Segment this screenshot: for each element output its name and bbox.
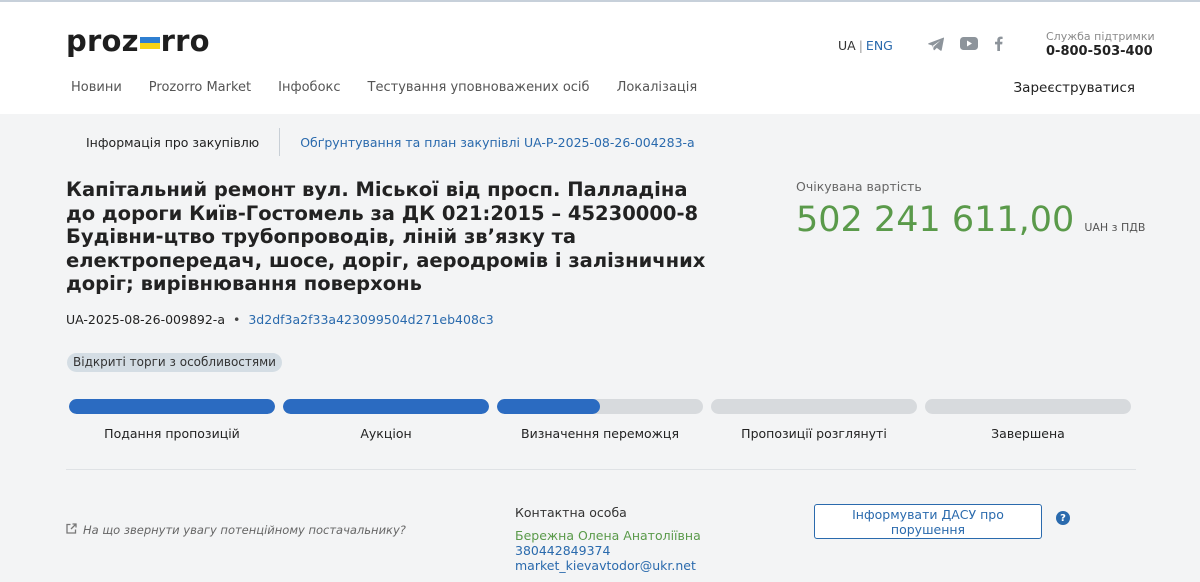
status-step-label: Пропозиції розглянуті xyxy=(741,426,887,441)
language-switcher: UA | ENG xyxy=(838,38,893,53)
status-step-complete: Завершена xyxy=(925,399,1131,441)
main-nav: Новини Prozorro Market Інфобокс Тестуван… xyxy=(71,80,697,95)
lang-separator: | xyxy=(858,38,863,53)
status-step-auction: Аукціон xyxy=(283,399,489,441)
status-bar-fill xyxy=(497,399,600,414)
status-bar xyxy=(283,399,489,414)
tender-identifiers: UA-2025-08-26-009892-a • 3d2df3a2f33a423… xyxy=(66,312,494,327)
facebook-icon[interactable] xyxy=(994,36,1003,51)
status-step-reviewed: Пропозиції розглянуті xyxy=(711,399,917,441)
expected-value-row: 502 241 611,00 UAH з ПДВ xyxy=(796,200,1145,240)
nav-item-infobox[interactable]: Інфобокс xyxy=(278,80,340,95)
lang-ua[interactable]: UA xyxy=(838,38,856,53)
nav-item-localization[interactable]: Локалізація xyxy=(617,80,698,95)
supplier-hint-text: На що звернути увагу потенційному постач… xyxy=(83,523,406,537)
help-icon[interactable]: ? xyxy=(1056,511,1070,525)
id-separator: • xyxy=(232,312,241,327)
tab-procurement-plan[interactable]: Обґрунтування та план закупівлі UA-P-202… xyxy=(280,135,715,150)
expected-value-currency: UAH з ПДВ xyxy=(1084,221,1146,234)
status-bar-fill xyxy=(283,399,489,414)
contact-person: Контактна особа Бережна Олена Анатоліївн… xyxy=(515,505,701,573)
site-header: proz rro UA | ENG Служба підтримки 0-800-5… xyxy=(0,2,1200,114)
status-step-label: Визначення переможця xyxy=(521,426,679,441)
status-step-label: Подання пропозицій xyxy=(104,426,240,441)
youtube-icon[interactable] xyxy=(960,37,978,50)
logo-text-left: proz xyxy=(66,24,139,58)
status-step-label: Завершена xyxy=(991,426,1065,441)
status-bar-fill xyxy=(69,399,275,414)
social-links xyxy=(928,36,1003,51)
contact-phone[interactable]: 380442849374 xyxy=(515,543,701,558)
ukraine-flag-icon xyxy=(139,37,160,49)
status-step-submission: Подання пропозицій xyxy=(69,399,275,441)
status-bar xyxy=(497,399,703,414)
support-label: Служба підтримки xyxy=(1046,30,1155,43)
expected-value-block: Очікувана вартість 502 241 611,00 UAH з … xyxy=(796,179,1145,240)
procedure-badge: Відкриті торги з особливостями xyxy=(67,353,282,372)
contact-email[interactable]: market_kievavtodor@ukr.net xyxy=(515,558,701,573)
lang-eng[interactable]: ENG xyxy=(866,38,893,53)
tender-id: UA-2025-08-26-009892-a xyxy=(66,312,225,327)
tab-procurement-info[interactable]: Інформація про закупівлю xyxy=(66,135,279,150)
section-divider xyxy=(66,469,1136,470)
expected-value-amount: 502 241 611,00 xyxy=(796,200,1075,240)
notify-dasu-button[interactable]: Інформувати ДАСУ про порушення xyxy=(814,504,1042,539)
nav-item-news[interactable]: Новини xyxy=(71,80,122,95)
tender-hash-link[interactable]: 3d2df3a2f33a423099504d271eb408c3 xyxy=(248,312,493,327)
contact-name: Бережна Олена Анатоліївна xyxy=(515,528,701,543)
tender-title: Капітальний ремонт вул. Міської від прос… xyxy=(66,178,706,295)
telegram-icon[interactable] xyxy=(928,37,944,51)
support-phone[interactable]: 0-800-503-400 xyxy=(1046,44,1155,60)
status-bar xyxy=(711,399,917,414)
status-bar xyxy=(69,399,275,414)
tender-tabs: Інформація про закупівлю Обґрунтування т… xyxy=(66,127,715,157)
external-link-icon xyxy=(66,523,77,537)
contact-label: Контактна особа xyxy=(515,505,627,520)
nav-item-market[interactable]: Prozorro Market xyxy=(149,80,251,95)
status-step-label: Аукціон xyxy=(360,426,412,441)
status-step-qualification: Визначення переможця xyxy=(497,399,703,441)
logo-text-right: rro xyxy=(160,24,210,58)
prozorro-logo[interactable]: proz rro xyxy=(66,24,210,58)
supplier-hint-link[interactable]: На що звернути увагу потенційному постач… xyxy=(66,523,406,537)
nav-item-testing[interactable]: Тестування уповноважених осіб xyxy=(368,80,590,95)
support-block: Служба підтримки 0-800-503-400 xyxy=(1046,30,1155,60)
register-link[interactable]: Зареєструватися xyxy=(1014,80,1135,96)
expected-value-label: Очікувана вартість xyxy=(796,179,922,194)
status-bar xyxy=(925,399,1131,414)
